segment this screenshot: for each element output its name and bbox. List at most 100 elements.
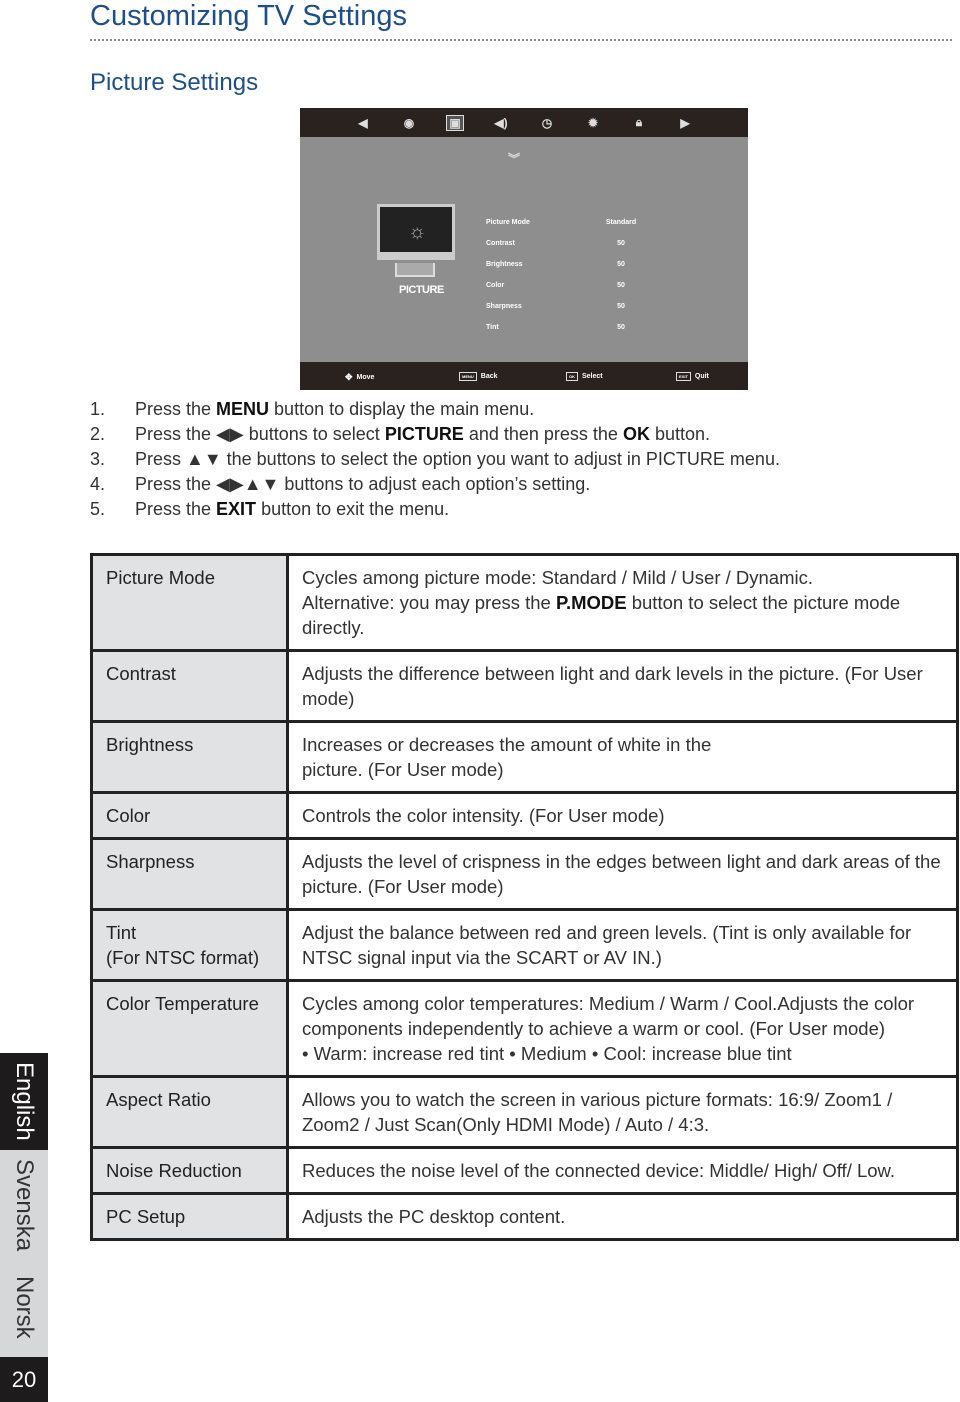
menu-row: Brightness 50 (486, 254, 646, 275)
menu-value: 50 (617, 240, 625, 247)
setting-description: Adjusts the PC desktop content. (286, 1192, 959, 1241)
step-text: Press the MENU button to display the mai… (135, 397, 534, 422)
button-name: OK (622, 424, 650, 444)
setting-name: Color Temperature (90, 979, 289, 1078)
menu-value: 50 (617, 324, 625, 331)
menu-row: Sharpness 50 (486, 296, 646, 317)
menu-row: Tint 50 (486, 317, 646, 338)
table-row: Aspect Ratio Allows you to watch the scre… (90, 1075, 959, 1149)
menu-value: 50 (617, 303, 625, 310)
picture-menu: Picture Mode Standard Contrast 50 Brightness… (486, 212, 646, 338)
menu-value: Standard (605, 219, 637, 226)
tv-menu-screenshot: ◀ ◉ ▣ ◀) ◷ ✹ 🔒︎ ▶ ︾ ☼ PICTURE Picture Mo… (300, 108, 748, 390)
tab-english[interactable]: English (0, 1053, 48, 1150)
setting-description: Adjusts the level of crispness in the ed… (286, 837, 959, 911)
setting-description: Cycles among picture mode: Standard / Mi… (286, 553, 959, 652)
menu-value: 50 (617, 261, 625, 268)
section-title: Picture Settings (90, 69, 259, 96)
step-text-part: Press the (135, 399, 217, 419)
table-row: Tint (For NTSC format) Adjust the balance … (90, 908, 959, 982)
sound-icon: ◀) (494, 115, 508, 130)
step-number: 5. (90, 499, 106, 519)
chevron-down-icon: ︾ (508, 152, 521, 166)
page-title: Customizing TV Settings (90, 0, 407, 32)
step-text-part: Press the ◀▶ buttons to select (135, 424, 385, 444)
setting-name: Sharpness (90, 837, 289, 911)
setting-name: Tint (For NTSC format) (90, 908, 289, 982)
setting-description: Cycles among color temperatures: Medium … (286, 979, 959, 1078)
language-tabs: English Svenska Norsk 20 (0, 1053, 48, 1402)
step-number: 3. (90, 449, 106, 469)
setting-name: PC Setup (90, 1192, 289, 1241)
instruction-steps: 1. Press the MENU button to display the m… (90, 397, 780, 522)
table-row: Color Controls the color intensity. (For … (90, 791, 959, 840)
step-text-part: button to display the main menu. (269, 399, 535, 419)
setting-name: Color (90, 791, 289, 840)
button-name: PICTURE (384, 424, 464, 444)
monitor-icon: ☼ (377, 204, 455, 260)
menu-footer: ✥ Move MENU Back OK Select EXIT Quit (300, 362, 748, 390)
table-row: Contrast Adjusts the difference between l… (90, 649, 959, 723)
menu-icon-bar: ◀ ◉ ▣ ◀) ◷ ✹ 🔒︎ ▶ (300, 108, 748, 137)
menu-row: Contrast 50 (486, 233, 646, 254)
table-row: Color Temperature Cycles among color temp… (90, 979, 959, 1078)
step-text-part: and then press the (463, 424, 623, 444)
channel-icon: ◉ (403, 115, 415, 130)
gear-icon: ✹ (587, 115, 599, 130)
menu-row: Color 50 (486, 275, 646, 296)
picture-icon: ▣ (446, 114, 464, 131)
setting-description: Adjusts the difference between light and… (286, 649, 959, 723)
page-number: 20 (0, 1357, 48, 1402)
lock-icon: 🔒︎ (635, 115, 643, 129)
step-text: Press the ◀▶▲▼ buttons to adjust each op… (135, 472, 590, 497)
sun-icon: ☼ (408, 221, 427, 243)
menu-value: 50 (617, 282, 625, 289)
table-row: Noise Reduction Reduces the noise level o… (90, 1146, 959, 1195)
setting-name: Contrast (90, 649, 289, 723)
move-arrows-icon: ✥ (345, 372, 353, 382)
step-number: 1. (90, 399, 106, 419)
setting-description: Increases or decreases the amount of whi… (286, 720, 959, 794)
step-number: 4. (90, 474, 106, 494)
setting-name: Aspect Ratio (90, 1075, 289, 1149)
step-text: Press ▲▼ the buttons to select the optio… (135, 447, 780, 472)
table-row: PC Setup Adjusts the PC desktop content. (90, 1192, 959, 1241)
menu-label: Color (486, 282, 505, 289)
setting-description: Adjust the balance between red and green… (286, 908, 959, 982)
setting-description: Reduces the noise level of the connected… (286, 1146, 959, 1195)
tab-norsk[interactable]: Norsk (0, 1265, 48, 1350)
menu-row: Picture Mode Standard (486, 212, 646, 233)
divider (90, 39, 952, 41)
table-row: Picture Mode Cycles among picture mode: S… (90, 553, 959, 652)
step-text-part: button. (649, 424, 710, 444)
step-text-part: button to exit the menu. (256, 499, 450, 519)
left-arrow-icon: ◀ (358, 115, 368, 130)
step-number: 2. (90, 424, 106, 444)
button-name: EXIT (216, 499, 257, 519)
tab-svenska[interactable]: Svenska (0, 1153, 48, 1258)
step-text: Press the ◀▶ buttons to select PICTURE a… (135, 422, 710, 447)
menu-label: Tint (486, 324, 499, 331)
step-item: 4. Press the ◀▶▲▼ buttons to adjust each … (90, 472, 780, 497)
step-text-part: Press the (135, 499, 217, 519)
clock-icon: ◷ (541, 115, 553, 130)
step-text-part: Press the ◀▶▲▼ buttons to adjust each op… (135, 474, 591, 494)
menu-label: Contrast (486, 240, 515, 247)
step-item: 5. Press the EXIT button to exit the menu… (90, 497, 780, 522)
menu-label: Brightness (486, 261, 523, 268)
button-name: MENU (216, 399, 270, 419)
setting-name: Brightness (90, 720, 289, 794)
settings-table: Picture Mode Cycles among picture mode: S… (90, 553, 959, 1241)
setting-description: Allows you to watch the screen in variou… (286, 1075, 959, 1149)
step-text: Press the EXIT button to exit the menu. (135, 497, 449, 522)
step-item: 1. Press the MENU button to display the m… (90, 397, 780, 422)
step-text-part: Press ▲▼ the buttons to select the optio… (135, 449, 780, 469)
category-label: PICTURE (399, 284, 444, 296)
right-arrow-icon: ▶ (680, 115, 690, 130)
setting-description: Controls the color intensity. (For User … (286, 791, 959, 840)
step-item: 3. Press ▲▼ the buttons to select the opt… (90, 447, 780, 472)
table-row: Sharpness Adjusts the level of crispness … (90, 837, 959, 911)
table-row: Brightness Increases or decreases the amo… (90, 720, 959, 794)
setting-name: Noise Reduction (90, 1146, 289, 1195)
step-item: 2. Press the ◀▶ buttons to select PICTURE… (90, 422, 780, 447)
